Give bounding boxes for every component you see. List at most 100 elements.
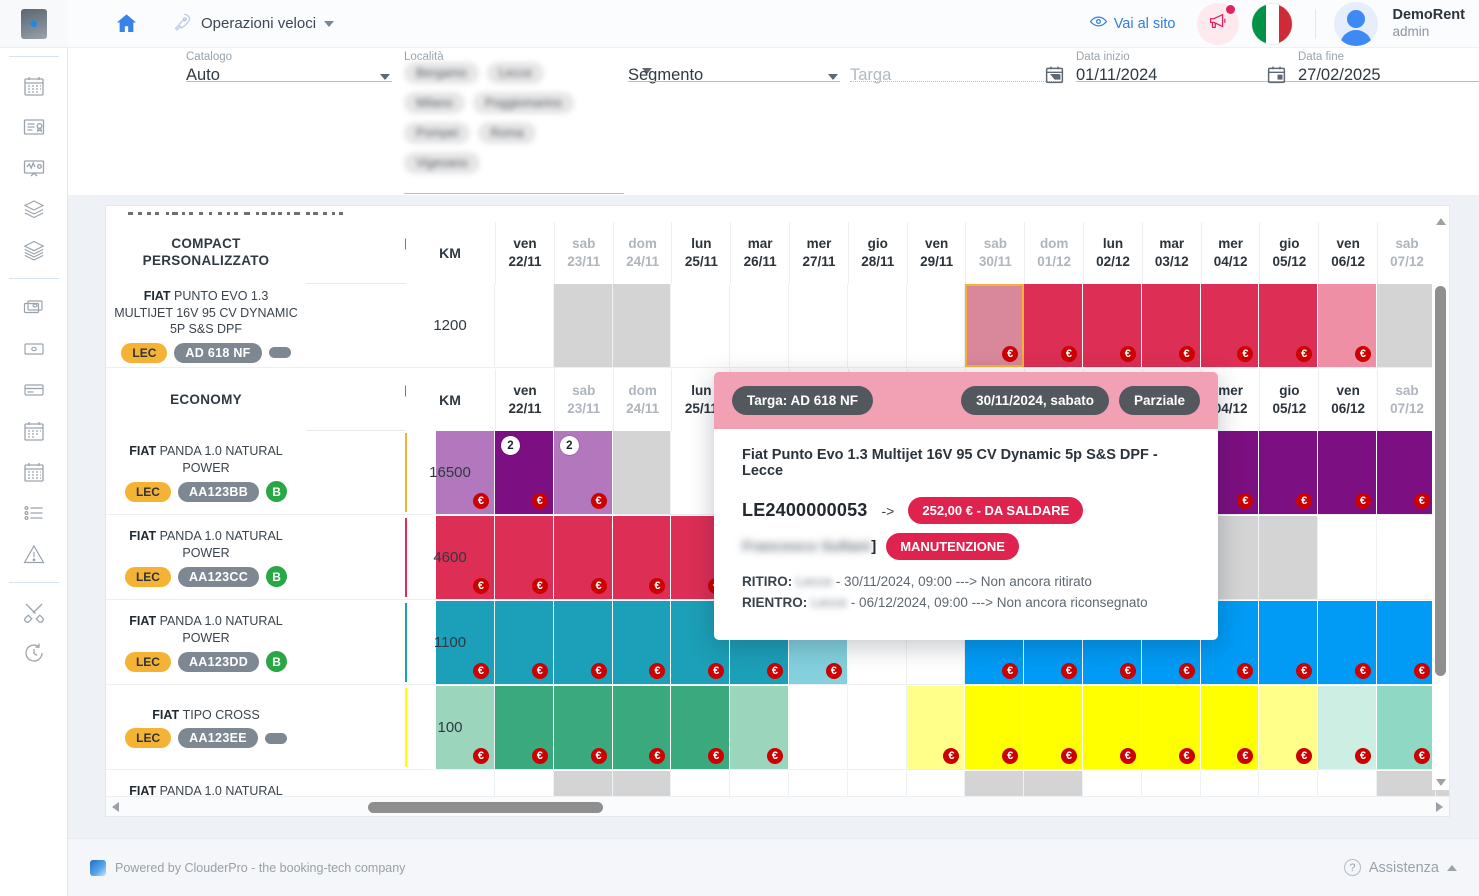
grid-cell-booking[interactable]: € [1318,686,1377,769]
vehicle-info[interactable]: FIAT PUNTO EVO 1.3 MULTIJET 16V 95 CV DY… [106,284,306,367]
day-column-header[interactable]: sab07/12 [1377,369,1436,431]
grid-cell-booking[interactable]: € [1318,601,1377,684]
day-column-header[interactable]: lun25/11 [671,222,730,284]
assistenza-button[interactable]: ? Assistenza [1344,859,1457,876]
vehicle-info[interactable]: FIAT PANDA 1.0 NATURAL POWERLECAA123DDB [106,601,306,684]
grid-cell-free[interactable] [1318,516,1377,599]
catalogo-select[interactable]: Catalogo Auto [186,46,392,82]
grid-cell-booking[interactable]: € [730,686,789,769]
calendar-icon[interactable] [1044,64,1065,90]
day-column-header[interactable]: ven29/11 [907,222,966,284]
location-badge[interactable]: LEC [125,728,171,748]
day-column-header[interactable]: mar26/11 [730,222,789,284]
day-column-header[interactable]: ven22/11 [495,222,554,284]
grid-cell-closed[interactable] [1377,284,1436,367]
grid-cell-closed[interactable] [613,431,672,514]
grid-cell-free[interactable] [671,284,730,367]
sidebar-item-list[interactable] [14,493,54,533]
scroll-right-icon[interactable] [1436,802,1443,812]
grid-cell-booking[interactable]: € [1259,431,1318,514]
grid-cell-booking[interactable]: € [613,686,672,769]
status-dash-badge[interactable] [265,733,287,744]
fuel-badge[interactable]: B [266,566,287,587]
grid-cell-booking[interactable]: € [1083,686,1142,769]
location-badge[interactable]: LEC [125,482,171,502]
grid-cell-booking[interactable]: € [907,686,966,769]
grid-cell-booking[interactable]: € [1201,284,1260,367]
day-column-header[interactable]: ven06/12 [1318,369,1377,431]
localita-chip[interactable]: Milano [404,92,465,114]
notifications-button[interactable] [1197,3,1239,45]
grid-cell-booking[interactable]: € [1142,686,1201,769]
user-info[interactable]: DemoRent admin [1392,6,1465,41]
location-badge[interactable]: LEC [125,652,171,672]
grid-cell-closed[interactable] [554,284,613,367]
day-column-header[interactable]: lun02/12 [1083,222,1142,284]
vehicle-info[interactable]: FIAT PANDA 1.0 NATURAL POWERLECAA123BBB [106,431,306,514]
day-column-header[interactable]: ven22/11 [495,369,554,431]
plate-badge[interactable]: AA123CC [178,567,259,587]
grid-cell-free[interactable] [730,284,789,367]
quick-operations-menu[interactable]: Operazioni veloci [171,11,334,37]
day-column-header[interactable]: mer27/11 [789,222,848,284]
grid-cell-booking[interactable]: € [1083,284,1142,367]
sidebar-item-contract[interactable] [14,107,54,147]
grid-cell-booking[interactable]: € [495,686,554,769]
horizontal-scrollbar[interactable] [106,796,1449,816]
localita-chip[interactable]: Poggiomarino [473,92,574,114]
localita-chip[interactable]: Pompei [404,122,470,144]
scroll-left-icon[interactable] [112,802,119,812]
localita-chip[interactable]: Vigevano [404,152,480,174]
day-column-header[interactable]: ven06/12 [1318,222,1377,284]
day-column-header[interactable]: sab23/11 [554,369,613,431]
home-icon[interactable] [114,11,139,36]
sidebar-item-tools[interactable] [14,592,54,632]
grid-cell-free[interactable] [1377,516,1436,599]
segmento-select[interactable]: Segmento [628,46,840,82]
grid-cell-booking[interactable]: € [1318,284,1377,367]
sidebar-item-banknote[interactable] [14,329,54,369]
grid-cell-booking[interactable]: € [1142,284,1201,367]
grid-cell-booking[interactable]: € [613,516,672,599]
sidebar-item-calendar-grid[interactable] [14,452,54,492]
grid-cell-booking[interactable]: € [554,601,613,684]
vehicle-info[interactable]: FIAT PANDA 1.0 NATURAL POWERLECAA123CCB [106,516,306,599]
day-column-header[interactable]: gio05/12 [1259,222,1318,284]
sidebar-item-history[interactable] [14,633,54,673]
plate-badge[interactable]: AA123BB [178,482,259,502]
grid-cell-booking[interactable]: € [1201,686,1260,769]
grid-cell-booking[interactable]: € [1024,284,1083,367]
grid-cell-booking[interactable]: € [554,686,613,769]
grid-cell-booking[interactable]: €2 [554,431,613,514]
go-to-site-link[interactable]: Vai al sito [1089,12,1176,35]
plate-badge[interactable]: AD 618 NF [174,343,261,363]
grid-cell-free[interactable] [495,284,554,367]
grid-cell-booking[interactable]: € [495,601,554,684]
sidebar-item-layers[interactable] [14,189,54,229]
grid-cell-booking[interactable]: € [671,686,730,769]
grid-cell-free[interactable] [789,686,848,769]
grid-cell-booking[interactable]: € [554,516,613,599]
location-badge[interactable]: LEC [125,567,171,587]
day-column-header[interactable]: mer04/12 [1201,222,1260,284]
localita-multiselect[interactable]: Località BergamoLecceMilanoPoggiomarinoP… [404,46,624,186]
grid-cell-booking[interactable]: € [965,686,1024,769]
sidebar-item-calendar[interactable] [14,411,54,451]
day-column-header[interactable]: sab30/11 [965,222,1024,284]
sidebar-item-credit-card[interactable] [14,370,54,410]
fuel-badge[interactable]: B [266,651,287,672]
horizontal-scroll-thumb[interactable] [368,802,603,813]
location-badge[interactable]: LEC [121,343,167,363]
grid-cell-free[interactable] [789,284,848,367]
grid-cell-free[interactable] [848,686,907,769]
day-column-header[interactable]: sab07/12 [1377,222,1436,284]
calendar-icon[interactable] [1266,64,1287,90]
avatar[interactable] [1334,2,1378,46]
grid-cell-booking[interactable]: € [495,516,554,599]
grid-cell-free[interactable] [907,284,966,367]
grid-cell-booking[interactable]: € [1259,686,1318,769]
scroll-up-icon[interactable] [1436,218,1446,225]
grid-cell-booking[interactable]: €2 [495,431,554,514]
data-inizio-field[interactable]: Data inizio 01/11/2024 [1076,46,1298,82]
day-column-header[interactable]: sab23/11 [554,222,613,284]
